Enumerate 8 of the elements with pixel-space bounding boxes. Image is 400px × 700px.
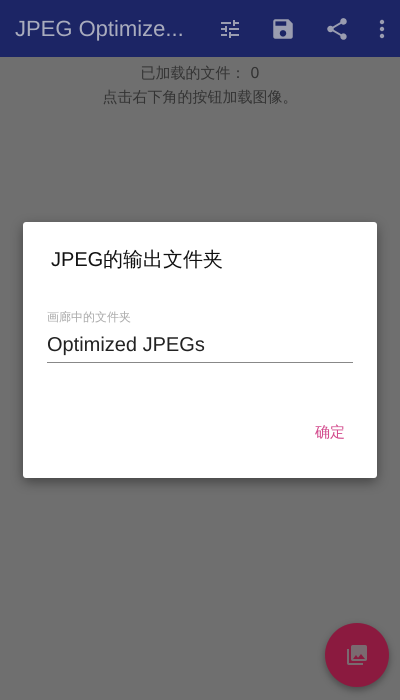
field-label: 画廊中的文件夹 — [47, 309, 132, 326]
gallery-icon — [345, 643, 369, 667]
folder-input-field[interactable]: Optimized JPEGs — [47, 332, 353, 363]
loaded-count: 已加载的文件： 0 — [140, 63, 260, 84]
dialog-title: JPEG的输出文件夹 — [51, 248, 224, 273]
app-title: JPEG Optimize... — [15, 16, 184, 42]
hint-text: 点击右下角的按钮加载图像。 — [102, 87, 298, 108]
ok-button[interactable]: 确定 — [305, 417, 355, 448]
